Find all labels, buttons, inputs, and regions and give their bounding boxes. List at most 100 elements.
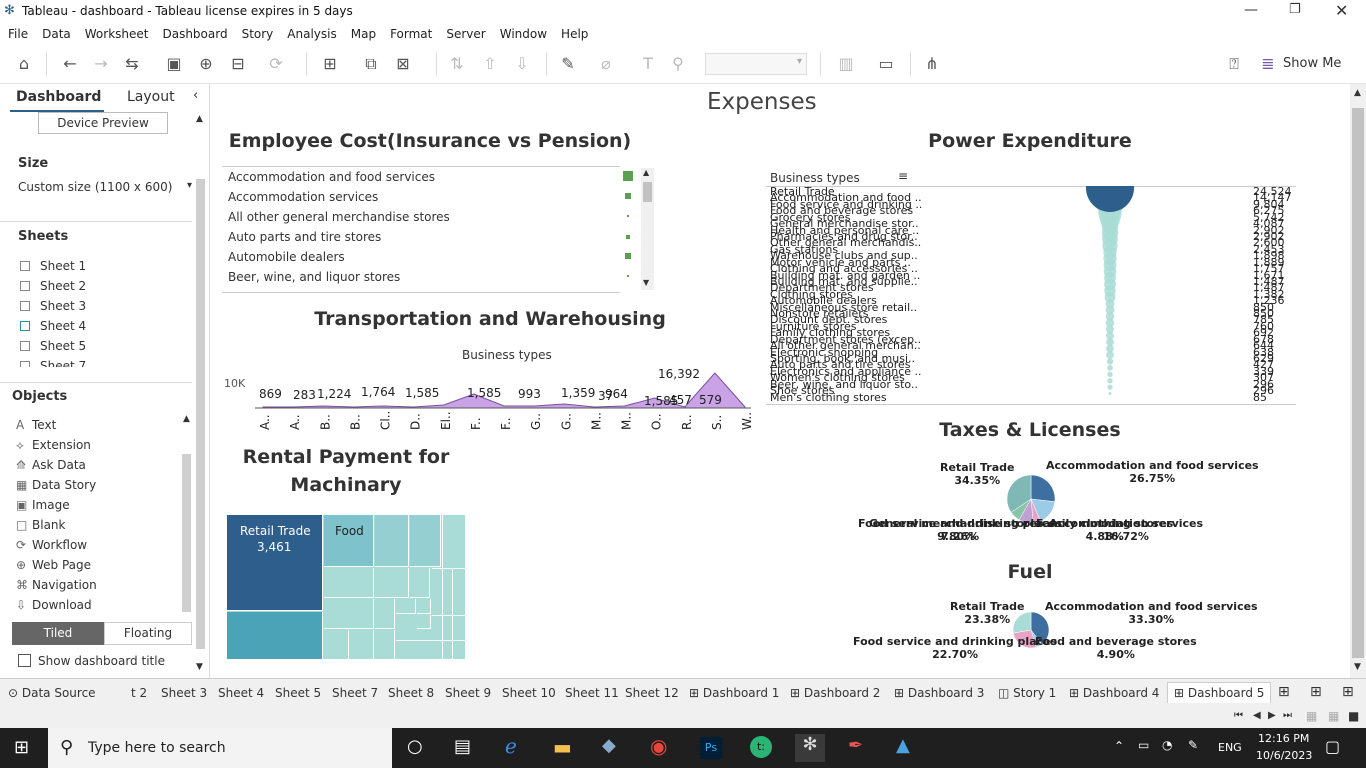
collapse-panel-icon[interactable]: ‹ bbox=[193, 88, 198, 103]
tab-dashboard[interactable]: ⊞ Dashboard 1 bbox=[689, 686, 779, 700]
tiled-button[interactable]: Tiled bbox=[12, 622, 104, 645]
employee-scrollbar[interactable]: ▲ ▼ bbox=[641, 168, 654, 290]
sheet-item[interactable]: Sheet 3 bbox=[20, 299, 86, 313]
duplicate-icon[interactable]: ⧉ bbox=[361, 54, 381, 74]
pin-icon[interactable]: ⚲ bbox=[668, 54, 688, 74]
canvas-scrollbar[interactable]: ▲ ▼ bbox=[1350, 84, 1366, 678]
sheet-item[interactable]: Sheet 1 bbox=[20, 259, 86, 273]
tab-sheet[interactable]: Sheet 7 bbox=[332, 686, 378, 700]
tab-dashboard[interactable]: ⊞ Dashboard 4 bbox=[1069, 686, 1159, 700]
object-download[interactable]: ⇩ Download bbox=[16, 598, 92, 612]
object-web-page[interactable]: ⊕ Web Page bbox=[16, 558, 91, 572]
tab-sheet[interactable]: Sheet 5 bbox=[275, 686, 321, 700]
photoshop-icon[interactable]: Ps bbox=[700, 737, 722, 759]
menu-data[interactable]: Data bbox=[42, 24, 71, 44]
object-blank[interactable]: □ Blank bbox=[16, 518, 65, 532]
app-t-icon[interactable]: t: bbox=[750, 736, 772, 758]
object-extension[interactable]: ⟡ Extension bbox=[16, 438, 91, 453]
menu-server[interactable]: Server bbox=[446, 24, 485, 44]
menu-format[interactable]: Format bbox=[390, 24, 432, 44]
next-sheet-icon[interactable]: ▶ bbox=[1268, 710, 1276, 721]
menu-analysis[interactable]: Analysis bbox=[287, 24, 336, 44]
sheet-item[interactable]: Sheet 4 bbox=[20, 319, 86, 333]
show-me-icon[interactable]: ≣ bbox=[1258, 54, 1278, 74]
tab-sheet[interactable]: t 2 bbox=[131, 686, 147, 700]
tab-sheet[interactable]: Sheet 11 bbox=[565, 686, 619, 700]
close-icon[interactable]: ✕ bbox=[1335, 1, 1348, 20]
taskbar-search[interactable]: ⚲ Type here to search bbox=[48, 728, 392, 768]
label-icon[interactable]: T bbox=[638, 54, 658, 74]
sheet-item[interactable]: Sheet 2 bbox=[20, 279, 86, 293]
tab-sheet[interactable]: Sheet 8 bbox=[388, 686, 434, 700]
tab-story[interactable]: ◫ Story 1 bbox=[998, 686, 1056, 700]
menu-help[interactable]: Help bbox=[561, 24, 588, 44]
menu-story[interactable]: Story bbox=[242, 24, 274, 44]
object-workflow[interactable]: ⟳ Workflow bbox=[16, 538, 87, 552]
tab-dashboard[interactable]: ⊞ Dashboard 3 bbox=[894, 686, 984, 700]
home-icon[interactable]: ⌂ bbox=[14, 54, 34, 74]
task-view-icon[interactable]: ▤ bbox=[454, 736, 471, 757]
cortana-icon[interactable]: ○ bbox=[407, 736, 423, 757]
app-icon[interactable]: ◆ bbox=[602, 735, 616, 756]
first-sheet-icon[interactable]: ⏮ bbox=[1234, 710, 1243, 721]
tab-sheet[interactable]: Sheet 3 bbox=[161, 686, 207, 700]
tab-sheet[interactable]: Sheet 4 bbox=[218, 686, 264, 700]
tab-dashboard[interactable]: ⊞ Dashboard 2 bbox=[790, 686, 880, 700]
left-scrollbar[interactable] bbox=[196, 179, 205, 649]
windows-start-icon[interactable]: ⊞ bbox=[14, 737, 29, 758]
menu-window[interactable]: Window bbox=[500, 24, 547, 44]
show-title-checkbox[interactable] bbox=[18, 654, 31, 667]
presentation-icon[interactable]: ▭ bbox=[876, 54, 896, 74]
floating-button[interactable]: Floating bbox=[104, 622, 192, 645]
tray-chevron-icon[interactable]: ⌃ bbox=[1114, 739, 1124, 753]
replay-icon[interactable]: ⇆ bbox=[122, 54, 142, 74]
show-sheet-sorter-icon[interactable]: ■ bbox=[1348, 709, 1359, 723]
show-tabs-icon[interactable]: ▦ bbox=[1328, 709, 1339, 723]
new-dashboard-icon[interactable]: ⊞ bbox=[1310, 684, 1322, 700]
device-preview-button[interactable]: Device Preview bbox=[38, 112, 168, 134]
scroll-down-icon[interactable]: ▼ bbox=[196, 662, 203, 672]
file-explorer-icon[interactable]: ▬ bbox=[553, 735, 572, 759]
fit-dropdown[interactable]: ▾ bbox=[705, 53, 807, 75]
redo-icon[interactable]: → bbox=[91, 54, 111, 74]
network-icon[interactable]: ◔ bbox=[1162, 738, 1172, 752]
show-filmstrip-icon[interactable]: ▦ bbox=[1306, 709, 1317, 723]
edge-icon[interactable]: ℯ bbox=[505, 734, 517, 758]
clock-time[interactable]: 12:16 PM bbox=[1258, 732, 1309, 745]
tableau-taskbar-icon[interactable]: ✻ bbox=[795, 734, 825, 762]
minimize-icon[interactable]: — bbox=[1244, 2, 1258, 18]
menu-map[interactable]: Map bbox=[351, 24, 376, 44]
tab-sheet[interactable]: Sheet 10 bbox=[502, 686, 556, 700]
swap-icon[interactable]: ⇅ bbox=[447, 54, 467, 74]
notifications-icon[interactable]: ▢ bbox=[1325, 737, 1340, 756]
object-text[interactable]: A Text bbox=[16, 418, 56, 432]
show-cards-icon[interactable]: ▥ bbox=[836, 54, 856, 74]
tab-data-source[interactable]: ⊙ Data Source bbox=[8, 686, 96, 700]
last-sheet-icon[interactable]: ⏭ bbox=[1283, 710, 1292, 721]
highlight-icon[interactable]: ✎ bbox=[558, 54, 578, 74]
format-painter-icon[interactable]: ⍰ bbox=[1224, 54, 1244, 74]
menu-dashboard[interactable]: Dashboard bbox=[162, 24, 227, 44]
menu-file[interactable]: File bbox=[8, 24, 28, 44]
sheet-item[interactable]: Sheet 5 bbox=[20, 339, 86, 353]
tab-layout[interactable]: Layout bbox=[127, 89, 175, 105]
object-data-story[interactable]: ▦ Data Story bbox=[16, 478, 96, 492]
clock-date[interactable]: 10/6/2023 bbox=[1256, 749, 1312, 762]
menu-worksheet[interactable]: Worksheet bbox=[85, 24, 149, 44]
object-navigation[interactable]: ⌘ Navigation bbox=[16, 578, 97, 592]
new-worksheet-icon[interactable]: ⊞ bbox=[320, 54, 340, 74]
undo-icon[interactable]: ← bbox=[60, 54, 80, 74]
language-indicator[interactable]: ENG bbox=[1218, 741, 1242, 754]
show-me-button[interactable]: Show Me bbox=[1283, 56, 1341, 71]
tab-dashboard[interactable]: Dashboard bbox=[16, 89, 101, 105]
sort-asc-icon[interactable]: ⇧ bbox=[480, 54, 500, 74]
sort-icon[interactable]: ≡ bbox=[898, 169, 908, 183]
chrome-icon[interactable]: ◉ bbox=[650, 734, 667, 758]
group-icon[interactable]: ⌀ bbox=[596, 54, 616, 74]
objects-scroll-up-icon[interactable]: ▲ bbox=[183, 414, 190, 424]
objects-scrollbar[interactable] bbox=[182, 454, 191, 612]
object-image[interactable]: ▣ Image bbox=[16, 498, 70, 512]
new-datasource-icon[interactable]: ⊕ bbox=[196, 54, 216, 74]
pause-updates-icon[interactable]: ⊟ bbox=[228, 54, 248, 74]
new-story-icon[interactable]: ⊞ bbox=[1342, 684, 1354, 700]
